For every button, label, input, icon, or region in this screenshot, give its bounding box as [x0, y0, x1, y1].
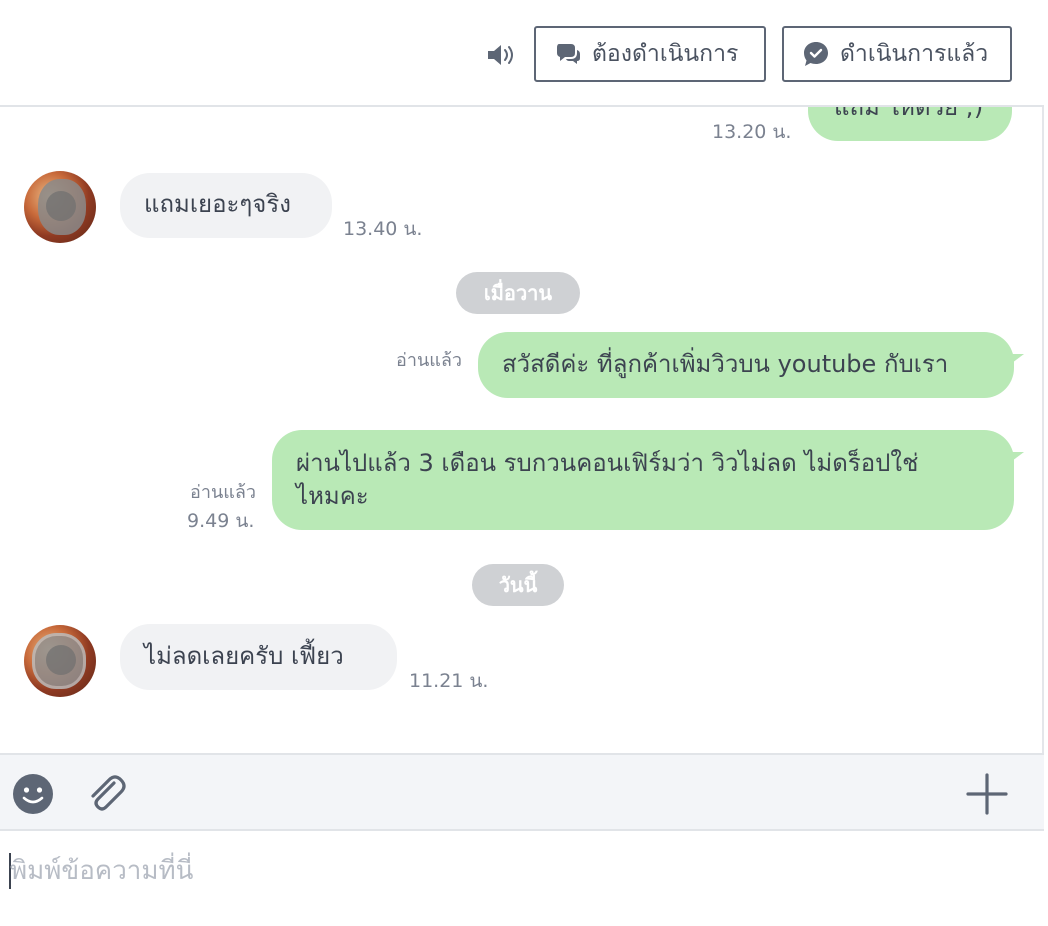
date-divider: เมื่อวาน: [456, 272, 580, 314]
outgoing-message: แถม ให้ด้วย ;): [808, 107, 1012, 141]
chat-header: ต้องดำเนินการ ดำเนินการแล้ว: [0, 0, 1044, 107]
add-icon[interactable]: [966, 773, 1008, 819]
outgoing-message: สวัสดีค่ะ ที่ลูกค้าเพิ่มวิวบน youtube กั…: [478, 332, 1014, 398]
message-time: 9.49 น.: [187, 510, 255, 532]
attachment-icon[interactable]: [84, 771, 128, 819]
todo-button[interactable]: ต้องดำเนินการ: [534, 26, 766, 82]
done-button[interactable]: ดำเนินการแล้ว: [782, 26, 1012, 82]
message-text: ไม่ลดเลยครับ เฟี้ยว: [144, 642, 344, 670]
message-time: 11.21 น.: [409, 670, 489, 692]
incoming-message: แถมเยอะๆจริง: [120, 173, 332, 238]
bubble-tail: [1008, 452, 1024, 464]
emoji-icon[interactable]: [12, 773, 54, 819]
incoming-message: ไม่ลดเลยครับ เฟี้ยว: [120, 624, 397, 690]
read-receipt: อ่านแล้ว: [190, 482, 256, 503]
speaker-icon[interactable]: [486, 42, 518, 68]
done-button-label: ดำเนินการแล้ว: [840, 41, 989, 67]
chat-bubbles-icon: [554, 40, 582, 68]
bubble-tail: [1008, 354, 1024, 366]
composer-toolbar: [0, 753, 1044, 831]
message-composer: [0, 831, 1044, 926]
read-receipt: อ่านแล้ว: [396, 350, 462, 371]
todo-button-label: ต้องดำเนินการ: [592, 41, 739, 67]
date-divider-label: เมื่อวาน: [483, 281, 553, 305]
message-text: แถมเยอะๆจริง: [144, 190, 291, 218]
message-input[interactable]: [10, 849, 1010, 893]
outgoing-message: ผ่านไปแล้ว 3 เดือน รบกวนคอนเฟิร์มว่า วิว…: [272, 430, 1014, 530]
chat-window: ต้องดำเนินการ ดำเนินการแล้ว แถม ให้ด้วย …: [0, 0, 1044, 926]
message-text-line: ผ่านไปแล้ว 3 เดือน รบกวนคอนเฟิร์มว่า วิว…: [296, 449, 919, 477]
message-text: แถม ให้ด้วย ;): [834, 107, 984, 121]
message-text: สวัสดีค่ะ ที่ลูกค้าเพิ่มวิวบน youtube กั…: [502, 350, 949, 378]
message-list[interactable]: แถม ให้ด้วย ;) 13.20 น. แถมเยอะๆจริง 13.…: [0, 107, 1044, 753]
chat-check-icon: [802, 40, 830, 68]
message-time: 13.20 น.: [712, 121, 792, 143]
avatar[interactable]: [24, 171, 96, 243]
message-time: 13.40 น.: [343, 218, 423, 240]
date-divider: วันนี้: [472, 564, 564, 606]
avatar[interactable]: [24, 625, 96, 697]
message-text-line: ไหมคะ: [296, 482, 369, 510]
date-divider-label: วันนี้: [498, 573, 538, 597]
